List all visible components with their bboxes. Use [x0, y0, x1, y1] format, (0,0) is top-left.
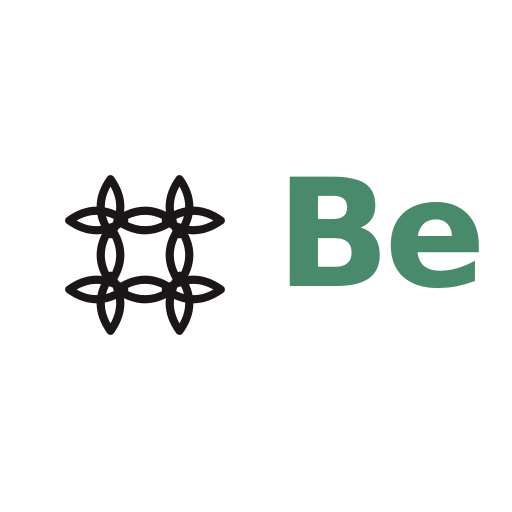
- logo-canvas: Be: [0, 0, 512, 512]
- interlaced-petal-lattice-icon: [65, 175, 225, 335]
- brand-wordmark: Be: [276, 148, 486, 322]
- petal-group: [65, 175, 225, 335]
